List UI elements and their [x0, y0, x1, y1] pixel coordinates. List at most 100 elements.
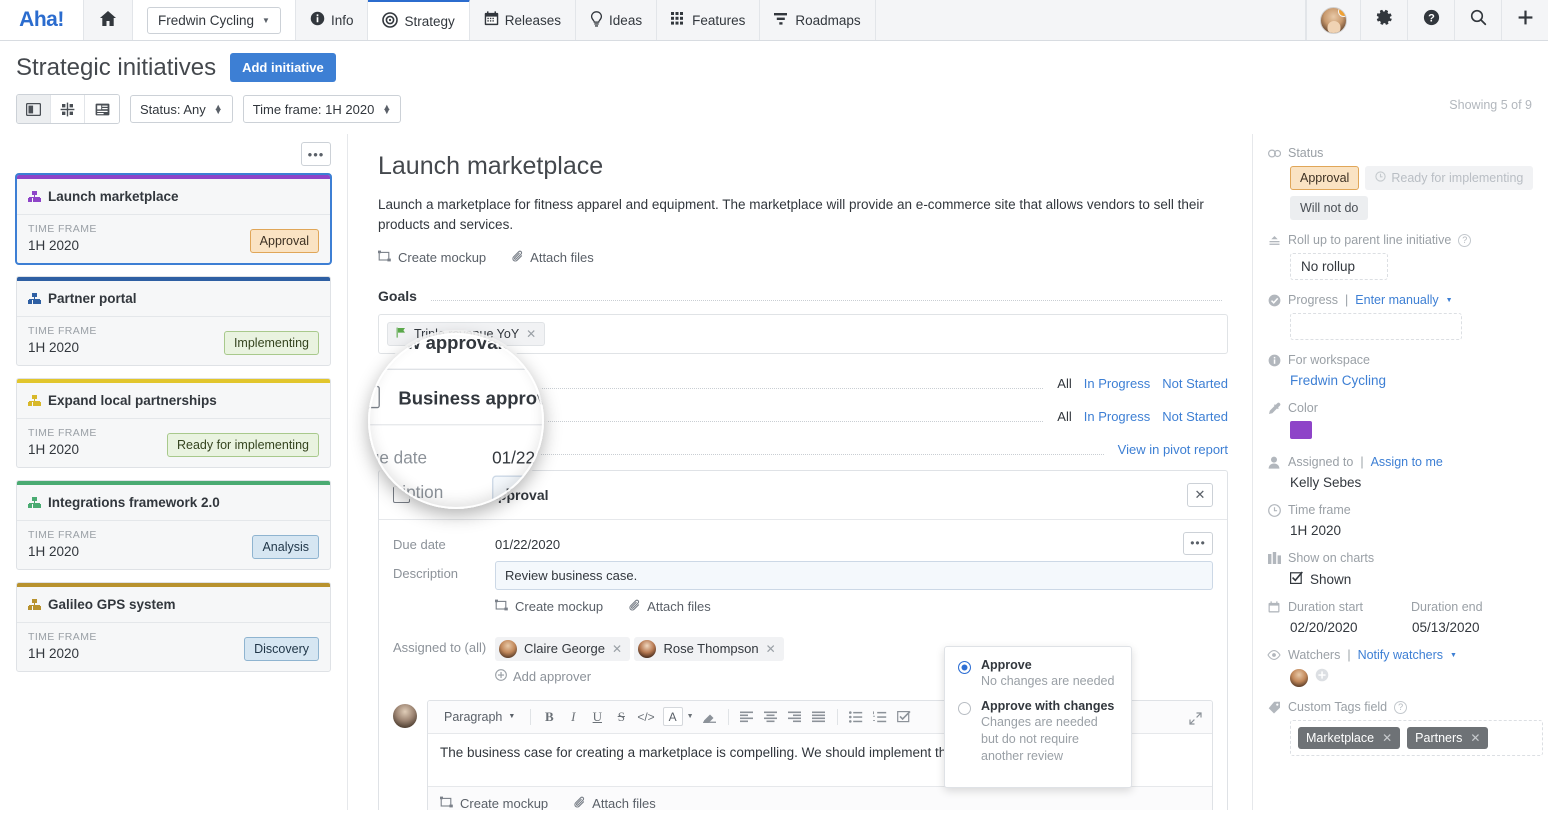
- nav-home-button[interactable]: [84, 0, 133, 40]
- detail-view-icon[interactable]: [85, 95, 119, 123]
- charts-value[interactable]: Shown: [1267, 571, 1534, 587]
- tab-releases[interactable]: Releases: [470, 0, 576, 40]
- status-filter[interactable]: Status: Any ▲▼: [130, 95, 233, 123]
- attach-files-link[interactable]: Attach files: [629, 599, 711, 615]
- rollup-select[interactable]: No rollup: [1290, 253, 1388, 280]
- remove-assignee-icon[interactable]: ✕: [612, 642, 622, 656]
- tags-box[interactable]: Marketplace ✕ Partners ✕: [1290, 720, 1543, 756]
- initiative-card-launch-marketplace[interactable]: Launch marketplace TIME FRAME 1H 2020 Ap…: [16, 174, 331, 264]
- radio-icon[interactable]: [958, 702, 971, 715]
- status-badge[interactable]: Analysis: [252, 535, 319, 559]
- align-center-icon[interactable]: [760, 706, 782, 728]
- progress-mode-link[interactable]: Enter manually: [1355, 293, 1438, 307]
- status-current[interactable]: Approval: [1290, 166, 1359, 190]
- features-filter-not-started[interactable]: Not Started: [1162, 409, 1228, 424]
- add-initiative-button[interactable]: Add initiative: [230, 53, 336, 82]
- radio-selected-icon[interactable]: [958, 661, 971, 674]
- approve-option-approve[interactable]: Approve No changes are needed: [958, 658, 1118, 690]
- due-date-value[interactable]: 01/22/2020: [495, 532, 560, 552]
- status-badge[interactable]: Approval: [250, 229, 319, 253]
- user-avatar-button[interactable]: [1306, 0, 1360, 40]
- assigned-value[interactable]: Kelly Sebes: [1267, 475, 1534, 490]
- close-icon[interactable]: ✕: [1187, 483, 1213, 507]
- color-swatch[interactable]: [1290, 421, 1312, 439]
- numbered-list-icon[interactable]: [869, 706, 891, 728]
- list-options-button[interactable]: •••: [301, 142, 331, 166]
- status-will-not-do[interactable]: Will not do: [1290, 196, 1368, 220]
- settings-button[interactable]: [1360, 0, 1407, 40]
- releases-filter-not-started[interactable]: Not Started: [1162, 376, 1228, 391]
- add-watcher-icon[interactable]: [1315, 668, 1329, 687]
- checklist-icon[interactable]: [893, 706, 915, 728]
- strikethrough-icon[interactable]: S: [610, 706, 632, 728]
- assignee-chip[interactable]: Claire George ✕: [495, 637, 630, 661]
- workspace-link[interactable]: Fredwin Cycling: [1267, 373, 1534, 388]
- paragraph-style-select[interactable]: Paragraph ▼: [436, 710, 523, 724]
- remove-tag-icon[interactable]: ✕: [1470, 731, 1480, 745]
- tab-strategy[interactable]: Strategy: [368, 0, 469, 40]
- bold-icon[interactable]: B: [538, 706, 560, 728]
- assignee-chip[interactable]: Rose Thompson ✕: [634, 637, 783, 661]
- status-badge[interactable]: Implementing: [224, 331, 319, 355]
- align-right-icon[interactable]: [784, 706, 806, 728]
- workspace-selector[interactable]: Fredwin Cycling ▼: [133, 0, 296, 40]
- aha-logo[interactable]: Aha!: [0, 0, 84, 40]
- description-input[interactable]: Review business case.: [495, 561, 1213, 590]
- help-icon[interactable]: ?: [1458, 234, 1471, 247]
- assign-to-me-link[interactable]: Assign to me: [1371, 455, 1443, 469]
- add-button[interactable]: [1501, 0, 1548, 40]
- features-filter-in-progress[interactable]: In Progress: [1084, 409, 1150, 424]
- initiative-card-integrations-framework[interactable]: Integrations framework 2.0 TIME FRAME 1H…: [16, 480, 331, 570]
- color-field-label: Color: [1267, 401, 1534, 415]
- chart-view-icon[interactable]: [51, 95, 85, 123]
- create-mockup-link[interactable]: Create mockup: [495, 599, 603, 615]
- code-icon[interactable]: </>: [634, 706, 657, 728]
- releases-filter-all[interactable]: All: [1057, 376, 1071, 391]
- progress-input[interactable]: [1290, 313, 1462, 340]
- ellipsis-icon[interactable]: •••: [1183, 532, 1213, 555]
- view-in-pivot-report-link[interactable]: View in pivot report: [1118, 442, 1228, 457]
- initiative-card-partner-portal[interactable]: Partner portal TIME FRAME 1H 2020 Implem…: [16, 276, 331, 366]
- help-button[interactable]: ?: [1407, 0, 1454, 40]
- bullet-list-icon[interactable]: [845, 706, 867, 728]
- status-next[interactable]: Ready for implementing: [1365, 166, 1533, 190]
- initiative-card-body: TIME FRAME 1H 2020 Approval: [17, 215, 330, 263]
- align-justify-icon[interactable]: [808, 706, 830, 728]
- highlight-icon[interactable]: [699, 706, 721, 728]
- timeframe-value[interactable]: 1H 2020: [1267, 523, 1534, 538]
- approve-option-approve-with-changes[interactable]: Approve with changes Changes are needed …: [958, 699, 1118, 765]
- align-left-icon[interactable]: [736, 706, 758, 728]
- attach-files-link[interactable]: Attach files: [574, 796, 656, 811]
- tag-chip[interactable]: Marketplace ✕: [1298, 727, 1400, 749]
- tag-chip[interactable]: Partners ✕: [1407, 727, 1488, 749]
- avatar[interactable]: [1290, 669, 1308, 687]
- search-button[interactable]: [1454, 0, 1501, 40]
- create-mockup-link[interactable]: Create mockup: [440, 796, 548, 811]
- tab-info[interactable]: Info: [296, 0, 369, 40]
- divider: [837, 709, 838, 725]
- duration-end-value[interactable]: 05/13/2020: [1412, 620, 1534, 635]
- remove-assignee-icon[interactable]: ✕: [766, 642, 776, 656]
- status-badge[interactable]: Ready for implementing: [167, 433, 319, 457]
- tab-roadmaps[interactable]: Roadmaps: [760, 0, 875, 40]
- add-approver-button[interactable]: Add approver: [495, 669, 784, 684]
- initiative-card-galileo-gps[interactable]: Galileo GPS system TIME FRAME 1H 2020 Di…: [16, 582, 331, 672]
- italic-icon[interactable]: I: [562, 706, 584, 728]
- releases-filter-in-progress[interactable]: In Progress: [1084, 376, 1150, 391]
- notify-watchers-link[interactable]: Notify watchers: [1358, 648, 1443, 662]
- create-mockup-link[interactable]: Create mockup: [378, 250, 486, 266]
- expand-icon[interactable]: [1189, 712, 1202, 728]
- status-badge[interactable]: Discovery: [244, 637, 319, 661]
- help-icon[interactable]: ?: [1394, 701, 1407, 714]
- initiative-card-expand-local-partnerships[interactable]: Expand local partnerships TIME FRAME 1H …: [16, 378, 331, 468]
- tab-ideas[interactable]: Ideas: [576, 0, 657, 40]
- attach-files-link[interactable]: Attach files: [512, 250, 594, 266]
- timeframe-filter[interactable]: Time frame: 1H 2020 ▲▼: [243, 95, 402, 123]
- tab-features[interactable]: Features: [657, 0, 760, 40]
- underline-icon[interactable]: U: [586, 706, 608, 728]
- remove-tag-icon[interactable]: ✕: [1382, 731, 1392, 745]
- text-color-icon[interactable]: A▼: [660, 706, 697, 728]
- features-filter-all[interactable]: All: [1057, 409, 1071, 424]
- board-view-icon[interactable]: [17, 95, 51, 123]
- duration-start-value[interactable]: 02/20/2020: [1290, 620, 1412, 635]
